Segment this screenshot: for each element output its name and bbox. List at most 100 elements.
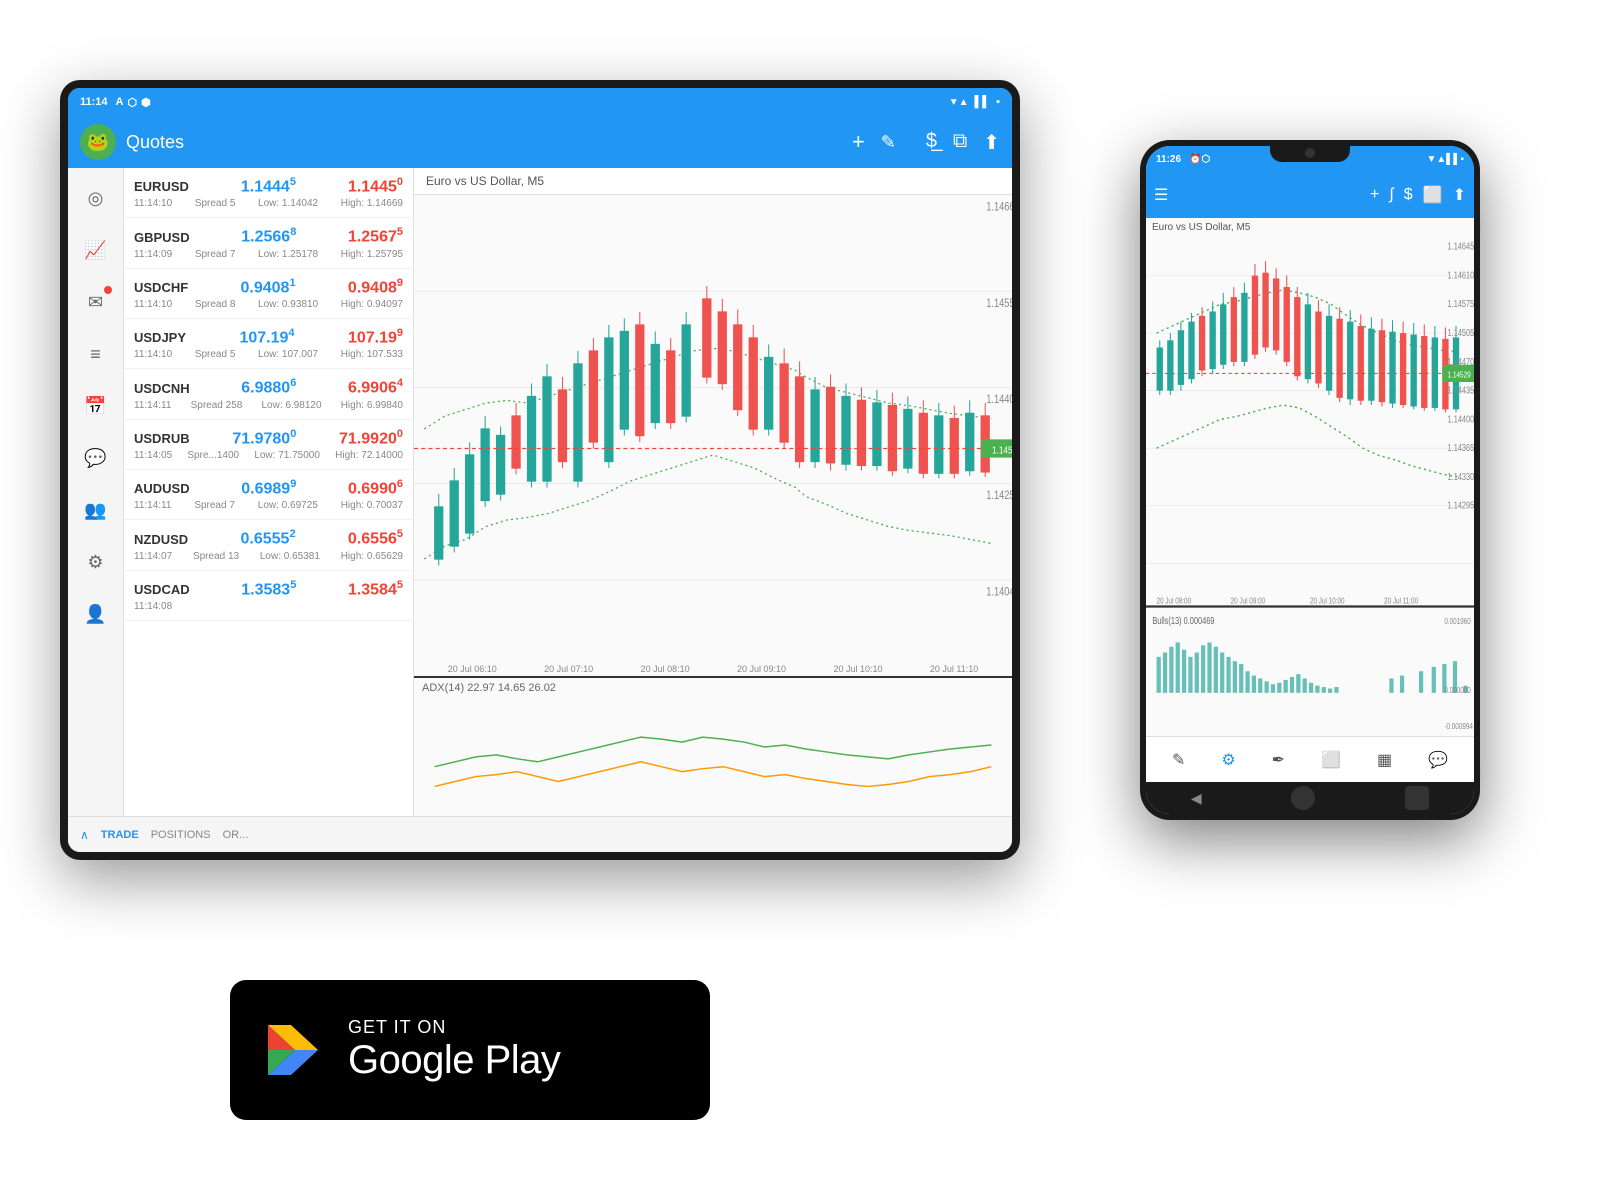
quote-eurusd[interactable]: EURUSD 1.14445 1.14450 11:14:10 Spread 5… bbox=[124, 168, 413, 218]
phone-chart-area[interactable]: Euro vs US Dollar, M5 bbox=[1146, 218, 1474, 736]
phone-tool-grid[interactable]: ▦ bbox=[1377, 750, 1392, 770]
quote-bid-gbpusd: 1.25668 bbox=[241, 226, 296, 246]
phone-home-button[interactable] bbox=[1291, 786, 1315, 810]
quote-low-nzdusd: Low: 0.65381 bbox=[260, 551, 320, 562]
alarm-icon: ⬢ bbox=[141, 96, 151, 109]
quote-bid-eurusd: 1.14445 bbox=[241, 176, 296, 196]
quote-high-usdcnh: High: 6.99840 bbox=[341, 400, 403, 411]
phone-upload-icon[interactable]: ⬆ bbox=[1453, 185, 1466, 205]
quote-nzdusd[interactable]: NZDUSD 0.65552 0.65565 11:14:07 Spread 1… bbox=[124, 520, 413, 570]
quote-symbol-eurusd: EURUSD bbox=[134, 179, 189, 194]
quote-usdchf[interactable]: USDCHF 0.94081 0.94089 11:14:10 Spread 8… bbox=[124, 269, 413, 319]
phone-time: 11:26 bbox=[1156, 154, 1181, 165]
quote-usdjpy[interactable]: USDJPY 107.194 107.199 11:14:10 Spread 5… bbox=[124, 319, 413, 369]
tab-trade[interactable]: TRADE bbox=[101, 829, 139, 841]
phone-tool-chat[interactable]: 💬 bbox=[1428, 750, 1448, 770]
quote-usdcad[interactable]: USDCAD 1.35835 1.35845 11:14:08 bbox=[124, 571, 413, 621]
sidebar-mail-icon[interactable]: ✉ bbox=[78, 284, 114, 320]
svg-text:Bulls(13) 0.000469: Bulls(13) 0.000469 bbox=[1152, 615, 1214, 626]
quote-ask-audusd: 0.69906 bbox=[348, 478, 403, 498]
quote-spread-usdrub: Spre...1400 bbox=[187, 450, 239, 461]
x-label-1: 20 Jul 06:10 bbox=[448, 664, 497, 674]
app-logo[interactable]: 🐸 bbox=[80, 124, 116, 160]
currency-icon[interactable]: $̲ bbox=[926, 130, 937, 155]
phone-camera bbox=[1305, 148, 1315, 158]
svg-text:1.14365: 1.14365 bbox=[1448, 442, 1474, 453]
sidebar-calendar-icon[interactable]: 📅 bbox=[78, 388, 114, 424]
upload-icon[interactable]: ⬆ bbox=[983, 130, 1000, 155]
quote-symbol-gbpusd: GBPUSD bbox=[134, 230, 190, 245]
phone-chart-title: Euro vs US Dollar, M5 bbox=[1152, 222, 1250, 233]
window-icon[interactable]: ⧉ bbox=[953, 130, 967, 155]
google-play-logo-svg bbox=[263, 1020, 323, 1080]
svg-text:1.14400: 1.14400 bbox=[1448, 413, 1474, 424]
tablet-bottom-bar: ∧ TRADE POSITIONS OR... bbox=[68, 816, 1012, 852]
quote-low-audusd: Low: 0.69725 bbox=[258, 500, 318, 511]
phone-signal-icon: ▌▌ bbox=[1446, 154, 1460, 165]
svg-text:1.14330: 1.14330 bbox=[1448, 471, 1474, 482]
google-play-logo bbox=[258, 1015, 328, 1085]
tab-positions[interactable]: POSITIONS bbox=[151, 829, 211, 841]
quote-ask-eurusd: 1.14450 bbox=[348, 176, 403, 196]
tablet-sidebar: ◎ 📈 ✉ ≡ 📅 💬 👥 ⚙ 👤 bbox=[68, 168, 124, 816]
tablet-chart-x-labels: 20 Jul 06:10 20 Jul 07:10 20 Jul 08:10 2… bbox=[414, 664, 1012, 674]
phone-window-icon[interactable]: ⬜ bbox=[1423, 185, 1443, 205]
quote-symbol-nzdusd: NZDUSD bbox=[134, 532, 188, 547]
scene: 11:14 A ⬡ ⬢ ▼▲ ▌▌ ▪ 🐸 Quotes + ✎ bbox=[0, 0, 1600, 1200]
sidebar-settings-icon[interactable]: ⚙ bbox=[78, 544, 114, 580]
add-button[interactable]: + bbox=[852, 129, 865, 155]
quote-bid-usdcnh: 6.98806 bbox=[241, 377, 296, 397]
phone-recents-button[interactable] bbox=[1405, 786, 1429, 810]
tab-orders[interactable]: OR... bbox=[223, 829, 249, 841]
phone-tool-pen[interactable]: ✎ bbox=[1172, 750, 1185, 770]
tablet-chart-title: Euro vs US Dollar, M5 bbox=[414, 168, 1012, 195]
quote-time-gbpusd: 11:14:09 bbox=[134, 249, 172, 260]
edit-button[interactable]: ✎ bbox=[881, 132, 896, 153]
phone-tool-draw[interactable]: ✒ bbox=[1272, 750, 1285, 770]
quote-low-gbpusd: Low: 1.25178 bbox=[258, 249, 318, 260]
phone-currency-icon[interactable]: $ bbox=[1404, 186, 1413, 204]
svg-text:1.14435: 1.14435 bbox=[1448, 384, 1474, 395]
phone-screen: 11:26 ⏰ ⬡ ▼▲ ▌▌ ▪ ☰ + ∫ $ ⬜ ⬆ Euro vs US… bbox=[1146, 146, 1474, 814]
quote-high-gbpusd: High: 1.25795 bbox=[341, 249, 403, 260]
phone-battery-icon: ▪ bbox=[1460, 154, 1464, 165]
sidebar-chat-icon[interactable]: 💬 bbox=[78, 440, 114, 476]
svg-text:0.000000: 0.000000 bbox=[1444, 685, 1470, 695]
quote-usdcnh[interactable]: USDCNH 6.98806 6.99064 11:14:11 Spread 2… bbox=[124, 369, 413, 419]
sidebar-profile-icon[interactable]: 👤 bbox=[78, 596, 114, 632]
sidebar-news-icon[interactable]: ≡ bbox=[78, 336, 114, 372]
quote-time-usdjpy: 11:14:10 bbox=[134, 349, 172, 360]
phone-back-button[interactable]: ◀ bbox=[1191, 790, 1202, 807]
quote-audusd[interactable]: AUDUSD 0.69899 0.69906 11:14:11 Spread 7… bbox=[124, 470, 413, 520]
notification-icon: A bbox=[116, 96, 124, 109]
svg-text:1.14295: 1.14295 bbox=[1448, 500, 1474, 511]
phone-tool-indicator[interactable]: ⚙ bbox=[1221, 750, 1235, 770]
quote-time-audusd: 11:14:11 bbox=[134, 500, 171, 511]
quote-ask-gbpusd: 1.25675 bbox=[348, 226, 403, 246]
phone-add-icon[interactable]: + bbox=[1370, 186, 1379, 204]
svg-text:1.14645: 1.14645 bbox=[1448, 241, 1474, 252]
quote-symbol-audusd: AUDUSD bbox=[134, 481, 190, 496]
quote-gbpusd[interactable]: GBPUSD 1.25668 1.25675 11:14:09 Spread 7… bbox=[124, 218, 413, 268]
phone-device: 11:26 ⏰ ⬡ ▼▲ ▌▌ ▪ ☰ + ∫ $ ⬜ ⬆ Euro vs US… bbox=[1140, 140, 1480, 820]
tablet-nav-right-icons: $̲ ⧉ ⬆ bbox=[926, 130, 1000, 155]
quote-bid-audusd: 0.69899 bbox=[241, 478, 296, 498]
phone-menu-icon[interactable]: ☰ bbox=[1154, 185, 1168, 205]
quote-usdrub[interactable]: USDRUB 71.97800 71.99200 11:14:05 Spre..… bbox=[124, 420, 413, 470]
sidebar-quotes-icon[interactable]: ◎ bbox=[78, 180, 114, 216]
tablet-screen: 11:14 A ⬡ ⬢ ▼▲ ▌▌ ▪ 🐸 Quotes + ✎ bbox=[68, 88, 1012, 852]
svg-text:1.14400: 1.14400 bbox=[986, 393, 1012, 406]
google-play-button[interactable]: GET IT ON Google Play bbox=[230, 980, 710, 1120]
quote-low-usdrub: Low: 71.75000 bbox=[254, 450, 320, 461]
wifi-icon: ▼▲ bbox=[949, 97, 969, 108]
phone-function-icon[interactable]: ∫ bbox=[1389, 186, 1393, 204]
quote-bid-nzdusd: 0.65552 bbox=[241, 528, 296, 548]
quote-symbol-usdrub: USDRUB bbox=[134, 431, 190, 446]
tablet-chart-main[interactable]: 1.14529 1.14669 1.14550 1.14400 1.14250 … bbox=[414, 195, 1012, 676]
sidebar-accounts-icon[interactable]: 👥 bbox=[78, 492, 114, 528]
svg-text:1.14529: 1.14529 bbox=[992, 445, 1012, 456]
chevron-up-icon[interactable]: ∧ bbox=[80, 828, 89, 842]
quote-time-usdrub: 11:14:05 bbox=[134, 450, 172, 461]
phone-tool-snapshot[interactable]: ⬜ bbox=[1321, 750, 1341, 770]
sidebar-chart-icon[interactable]: 📈 bbox=[78, 232, 114, 268]
